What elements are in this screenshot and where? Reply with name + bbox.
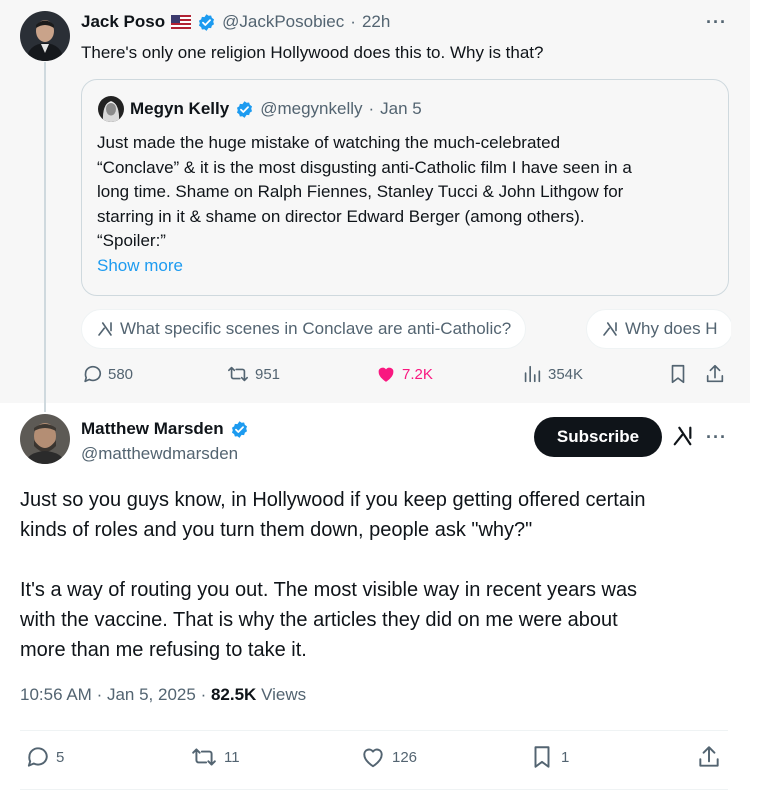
tweet-text-line: It's a way of routing you out. The most … [20,579,638,601]
tweet-text-line: with the vaccine. That is why the articl… [20,609,618,631]
quoted-text-line: “Conclave” & it is the most disgusting a… [97,157,632,177]
main-tweet-text: Just so you guys know, in Hollywood if y… [20,485,740,665]
quoted-author-name[interactable]: Megyn Kelly [130,99,229,119]
tweet-text-line: more than me refusing to take it. [20,639,307,661]
share-icon [706,364,724,383]
verified-badge-icon [199,13,215,31]
tweet-text-line: kinds of roles and you turn them down, p… [20,519,533,541]
like-button[interactable]: 126 [360,744,417,770]
views-button[interactable]: 354K [521,363,583,385]
matthew-marsden-avatar-image [20,414,70,464]
views-label: Views [261,685,307,704]
quoted-tweet-card[interactable]: Megyn Kelly @megynkelly · Jan 5 Just mad… [81,79,729,296]
author-handle[interactable]: @matthewdmarsden [81,444,238,464]
repost-count: 11 [224,748,240,766]
share-button[interactable] [696,744,722,770]
reply-count: 5 [56,748,65,766]
heart-filled-icon [378,367,394,382]
heart-icon [363,748,383,768]
more-options-icon[interactable]: ··· [706,427,727,448]
thread-connector-line [44,62,46,412]
tweet-time[interactable]: 10:56 AM [20,685,92,704]
share-icon [699,746,719,767]
reply-button[interactable]: 580 [81,363,133,385]
grok-icon [603,322,617,336]
more-options-icon[interactable]: ··· [706,12,727,33]
parent-tweet-header: Jack Poso @JackPosobiec · 22h [81,12,390,32]
grok-chip[interactable]: What specific scenes in Conclave are ant… [81,309,527,349]
verified-badge-icon [237,100,253,118]
grok-icon [98,322,112,336]
grok-chip-label: Why does H [625,319,718,338]
reply-button[interactable]: 5 [24,744,64,770]
quoted-text-line: long time. Shame on Ralph Fiennes, Stanl… [97,182,624,201]
separator-dot: · [200,685,207,704]
tweet-text: There's only one religion Hollywood does… [81,43,544,62]
quoted-tweet-text: Just made the huge mistake of watching t… [97,131,717,254]
tweet-text-line: Just so you guys know, in Hollywood if y… [20,489,646,511]
show-more-link[interactable]: Show more [97,256,183,276]
avatar[interactable] [20,11,70,61]
parent-tweet-actions: 580 951 7.2K 354K [81,363,731,391]
views-count: 82.5K [210,685,257,704]
author-name[interactable]: Matthew Marsden [81,419,224,439]
divider [20,730,728,731]
main-tweet-header: Matthew Marsden [81,419,249,439]
repost-count: 951 [255,365,281,383]
quoted-tweet-date[interactable]: Jan 5 [380,99,422,119]
reply-icon [27,747,48,767]
bookmark-count: 1 [561,748,570,766]
grok-suggestion-chips: What specific scenes in Conclave are ant… [81,309,731,349]
author-handle[interactable]: @JackPosobiec [222,12,344,32]
megyn-kelly-avatar-image [98,96,124,122]
grok-icon[interactable] [672,425,694,447]
quoted-text-line: starring in it & shame on director Edwar… [97,206,585,226]
author-name[interactable]: Jack Poso [81,12,165,32]
repost-icon [192,748,216,766]
tweet-time[interactable]: 22h [362,12,390,32]
reply-icon [84,365,102,383]
separator-dot: · [368,99,375,118]
main-tweet-actions: 5 11 126 1 [20,744,728,776]
repost-button[interactable]: 951 [226,363,280,385]
bookmark-icon [534,746,550,768]
views-chart-icon [524,365,541,383]
quoted-author-handle[interactable]: @megynkelly [260,99,362,119]
bookmark-icon [671,364,685,384]
subscribe-button[interactable]: Subscribe [534,417,662,457]
like-count: 126 [392,748,418,766]
views-count: 354K [548,365,584,383]
quoted-text-line: Just made the huge mistake of watching t… [97,133,561,152]
quoted-tweet-header: Megyn Kelly @megynkelly · Jan 5 [98,96,422,122]
avatar[interactable] [98,96,124,122]
parent-tweet[interactable]: Jack Poso @JackPosobiec · 22h ··· There'… [0,0,750,412]
verified-badge-icon [231,420,247,438]
grok-chip[interactable]: Why does H [586,309,731,349]
grok-chip-label: What specific scenes in Conclave are ant… [120,319,512,338]
tweet-meta: 10:56 AM · Jan 5, 2025 · 82.5K Views [20,685,306,705]
repost-button[interactable]: 11 [190,744,240,770]
reply-count: 580 [108,365,134,383]
us-flag-icon [171,15,192,29]
divider [20,789,728,790]
quoted-text-line: “Spoiler:” [97,231,166,250]
repost-icon [228,366,248,382]
avatar[interactable] [20,414,70,464]
bookmark-button[interactable] [667,363,689,385]
jack-poso-avatar-image [20,11,70,61]
separator-dot: · [96,685,103,704]
separator-dot: · [350,12,356,31]
share-button[interactable] [704,363,726,385]
like-count: 7.2K [402,365,433,383]
tweet-date[interactable]: Jan 5, 2025 [107,685,196,704]
bookmark-button[interactable]: 1 [529,744,569,770]
like-button[interactable]: 7.2K [375,363,433,385]
